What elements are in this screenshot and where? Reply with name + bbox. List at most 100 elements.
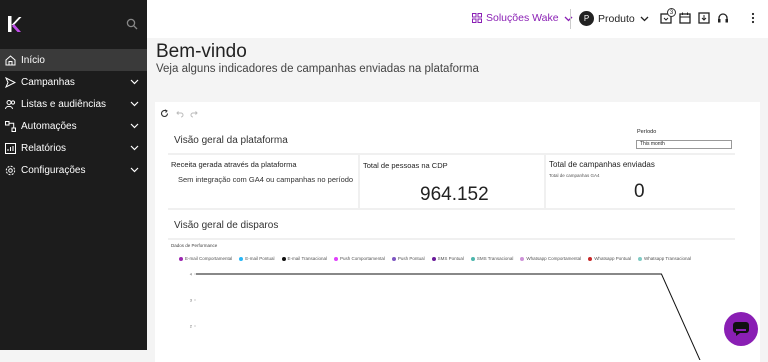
revenue-card: Receita gerada através da plataforma Sem… [168,155,358,208]
legend-label: Whatsapp Comportamental [526,256,581,261]
legend-marker [638,257,642,261]
chevron-down-icon[interactable] [130,99,139,108]
legend-item[interactable]: Whatsapp Transacional [638,256,691,261]
performance-chart-card: Dados de Performance E-mail Comportament… [168,240,735,355]
sidebar-item-label: Listas e audiências [21,99,106,110]
calendar-icon[interactable] [679,12,691,24]
sidebar-item-automacoes[interactable]: Automações [0,115,147,137]
legend-label: E-mail Comportamental [185,256,232,261]
sidebar-item-label: Relatórios [21,143,66,154]
chart-legend: E-mail Comportamental E-mail Pontual E-mai… [179,256,691,261]
y-tick-label: 4 [190,272,193,277]
legend-item[interactable]: E-mail Transacional [282,256,328,261]
dashboard-canvas: Visão geral da plataforma Período This m… [168,125,735,355]
sidebar-item-listas[interactable]: Listas e audiências [0,93,147,115]
workspace-name: Soluções Wake [486,12,559,24]
y-tick-label: 3 [190,298,193,303]
panel-toolbar [160,109,199,118]
legend-label: E-mail Transacional [288,256,328,261]
dispatch-overview-title: Visão geral de disparos [174,220,278,231]
legend-label: Whatsapp Pontual [594,256,631,261]
sidebar-item-configuracoes[interactable]: Configurações [0,159,147,181]
chevron-down-icon[interactable] [130,143,139,152]
legend-marker [432,257,436,261]
legend-label: SMS Pontual [438,256,464,261]
revenue-card-title: Receita gerada através da plataforma [171,160,297,169]
campaigns-sent-title: Total de campanhas enviadas [549,160,655,169]
legend-item[interactable]: Whatsapp Comportamental [520,256,581,261]
sidebar-item-label: Configurações [21,165,85,176]
more-vertical-icon[interactable] [747,12,759,24]
sidebar-item-label: Automações [21,121,77,132]
sidebar: Início Campanhas Listas e audiências Aut… [0,0,147,350]
sidebar-nav: Início Campanhas Listas e audiências Aut… [0,49,147,181]
chevron-down-icon[interactable] [130,121,139,130]
period-select[interactable]: This month [636,140,732,149]
headset-icon[interactable] [717,12,729,24]
campaigns-sent-value: 0 [634,181,645,203]
legend-item[interactable]: Push Pontual [392,256,425,261]
sidebar-item-label: Início [21,55,45,66]
cdp-people-title: Total de pessoas na CDP [363,161,448,170]
gear-icon [5,165,16,176]
y-tick-label: 2 [190,324,193,329]
chevron-down-icon[interactable] [130,165,139,174]
main-content: Bem-vindo Veja alguns indicadores de cam… [147,38,768,350]
cdp-people-value: 964.152 [420,184,489,206]
legend-item[interactable]: Push Comportamental [334,256,385,261]
legend-item[interactable]: SMS Transacional [471,256,514,261]
chat-button[interactable] [724,312,758,346]
legend-marker [334,257,338,261]
sidebar-item-relatorios[interactable]: Relatórios [0,137,147,159]
page-subtitle: Veja alguns indicadores de campanhas env… [156,63,479,75]
chevron-down-icon [640,14,649,23]
flow-icon [5,121,16,132]
dispatch-overview-header: Visão geral de disparos [168,210,735,238]
campaigns-sent-caption: Total de campanhas GA4 [549,173,600,178]
sidebar-item-label: Campanhas [21,77,75,88]
legend-item[interactable]: E-mail Pontual [239,256,274,261]
users-icon [5,99,16,110]
notification-badge: 3 [667,8,676,17]
legend-label: Whatsapp Transacional [644,256,691,261]
undo-icon[interactable] [175,109,184,118]
sidebar-item-campanhas[interactable]: Campanhas [0,71,147,93]
download-icon[interactable] [698,12,710,24]
legend-label: Push Pontual [398,256,425,261]
sidebar-item-inicio[interactable]: Início [0,49,147,71]
logo-icon[interactable] [8,16,22,32]
home-icon [5,55,16,66]
performance-chart: 4 3 2 [168,265,735,360]
product-name: Produto [598,13,635,25]
legend-marker [282,257,286,261]
dashboard-panel: Visão geral da plataforma Período This m… [155,102,760,362]
legend-marker [588,257,592,261]
chevron-down-icon [564,14,573,23]
page-title: Bem-vindo [156,41,247,63]
chart-title: Dados de Performance [171,243,217,248]
chart-icon [5,143,16,154]
legend-label: SMS Transacional [477,256,514,261]
legend-marker [179,257,183,261]
chevron-down-icon[interactable] [130,77,139,86]
legend-label: Push Comportamental [340,256,385,261]
redo-icon[interactable] [190,109,199,118]
revenue-card-message: Sem integração com GA4 ou campanhas no p… [178,175,353,184]
topbar-divider [570,9,571,29]
refresh-icon[interactable] [160,109,169,118]
legend-label: E-mail Pontual [245,256,274,261]
legend-marker [520,257,524,261]
avatar: P [579,11,594,26]
cdp-people-card: Total de pessoas na CDP 964.152 [360,155,544,208]
legend-item[interactable]: E-mail Comportamental [179,256,232,261]
legend-item[interactable]: Whatsapp Pontual [588,256,631,261]
campaigns-sent-card: Total de campanhas enviadas Total de cam… [546,155,735,208]
workspace-selector[interactable]: Soluções Wake [472,12,573,24]
top-bar [147,0,768,38]
legend-item[interactable]: SMS Pontual [432,256,464,261]
period-label: Período [637,129,656,135]
product-selector[interactable]: P Produto [579,11,649,26]
search-icon[interactable] [126,18,138,30]
grid-icon [472,13,482,23]
legend-marker [392,257,396,261]
